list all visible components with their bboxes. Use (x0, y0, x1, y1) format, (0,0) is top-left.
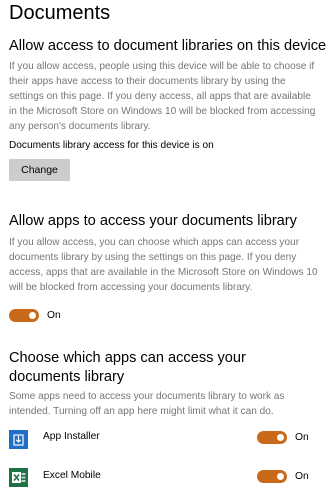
choose-apps-description: Some apps need to access your documents … (9, 391, 285, 417)
toggle-knob (277, 434, 284, 441)
allow-apps-toggle-label: On (47, 310, 61, 321)
choose-apps-heading: Choose which apps can access your docume… (9, 350, 246, 385)
app-name: App Installer (43, 431, 100, 442)
toggle-knob (29, 312, 36, 319)
device-access-description: If you allow access, people using this d… (9, 61, 316, 132)
app-toggle-label: On (295, 471, 309, 482)
device-access-heading: Allow access to document libraries on th… (9, 38, 327, 54)
page-title: Documents (9, 2, 111, 24)
excel-icon (9, 468, 28, 487)
app-installer-icon (9, 430, 28, 449)
app-installer-toggle[interactable] (257, 431, 287, 444)
app-name: Excel Mobile (43, 470, 101, 481)
device-access-status: Documents library access for this device… (9, 140, 214, 151)
toggle-knob (277, 473, 284, 480)
allow-apps-toggle[interactable] (9, 309, 39, 322)
app-toggle-label: On (295, 432, 309, 443)
allow-apps-heading: Allow apps to access your documents libr… (9, 213, 297, 229)
documents-settings-page: Documents Allow access to document libra… (0, 0, 329, 500)
excel-mobile-toggle[interactable] (257, 470, 287, 483)
allow-apps-description: If you allow access, you can choose whic… (9, 237, 318, 293)
change-button[interactable]: Change (9, 159, 70, 181)
